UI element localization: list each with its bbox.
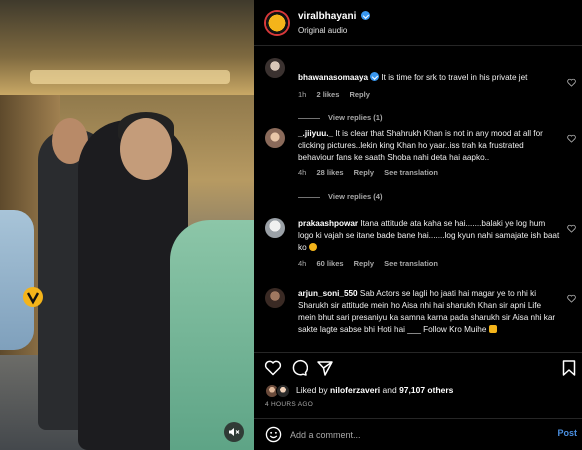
verified-badge-icon — [370, 72, 380, 81]
comment-heart-icon[interactable] — [567, 134, 576, 143]
video-figure-right — [170, 220, 254, 450]
comment-avatar[interactable] — [265, 288, 285, 308]
comment-body: bhawanasomaaya It is time for srk to tra… — [298, 72, 560, 84]
bookmark-icon[interactable] — [560, 359, 578, 377]
comment-icon[interactable] — [290, 359, 308, 377]
emoji-icon[interactable] — [265, 426, 282, 443]
post-header: viralbhayani Original audio — [254, 0, 582, 46]
comment-composer: Post — [254, 418, 582, 450]
comment-body: arjun_soni_550 Sab Actors se lagli ho ja… — [298, 288, 560, 336]
comment-time[interactable]: 1h — [298, 90, 306, 99]
comment-heart-icon[interactable] — [567, 78, 576, 87]
author-username-text[interactable]: viralbhayani — [298, 11, 356, 22]
comment-time[interactable]: 4h — [298, 168, 306, 177]
comment-meta: 4h 60 likes Reply See translation — [298, 259, 446, 268]
comment-text: It is time for srk to travel in his priv… — [381, 73, 528, 82]
mute-button[interactable] — [224, 422, 244, 442]
comment-body: _.jiiyuu._ It is clear that Shahrukh Kha… — [298, 128, 560, 164]
comments-list: bhawanasomaaya It is time for srk to tra… — [254, 46, 582, 352]
comment-likes[interactable]: 28 likes — [316, 168, 343, 177]
comment-text: It is clear that Shahrukh Khan is not in… — [298, 129, 543, 162]
comment-heart-icon[interactable] — [567, 294, 576, 303]
view-replies-line — [298, 196, 320, 198]
comment-username[interactable]: arjun_soni_550 — [298, 289, 358, 298]
view-replies-line — [298, 117, 320, 119]
view-replies-button[interactable]: View replies (1) — [298, 113, 382, 122]
watermark-logo-icon — [23, 287, 43, 307]
comment-username[interactable]: _.jiiyuu._ — [298, 129, 333, 138]
likes-count[interactable]: 97,107 others — [399, 385, 453, 395]
author-username[interactable]: viralbhayani — [298, 11, 371, 22]
see-translation-button[interactable]: See translation — [384, 168, 438, 177]
comment-heart-icon[interactable] — [567, 224, 576, 233]
post-timestamp[interactable]: 4 HOURS AGO — [265, 401, 313, 408]
comment-avatar[interactable] — [265, 128, 285, 148]
view-replies-label[interactable]: View replies (1) — [328, 113, 382, 122]
comment-body: prakaashpowar Itana attitude ata kaha se… — [298, 218, 560, 254]
post-sidebar: viralbhayani Original audio bhawanasomaa… — [254, 0, 582, 450]
author-avatar[interactable] — [264, 10, 290, 36]
comment-avatar[interactable] — [265, 218, 285, 238]
share-icon[interactable] — [316, 359, 334, 377]
speaker-muted-icon — [229, 428, 240, 436]
verified-badge-icon — [361, 11, 371, 20]
comment-likes[interactable]: 2 likes — [316, 90, 339, 99]
emoji-clap-icon — [488, 325, 497, 333]
post-comment-button[interactable]: Post — [557, 428, 577, 438]
liker-avatar[interactable] — [276, 384, 290, 398]
comment-likes[interactable]: 60 likes — [316, 259, 343, 268]
comment-time[interactable]: 4h — [298, 259, 306, 268]
see-translation-button[interactable]: See translation — [384, 259, 438, 268]
view-replies-button[interactable]: View replies (4) — [298, 192, 382, 201]
comment-input[interactable] — [290, 427, 530, 443]
comment-username[interactable]: prakaashpowar — [298, 219, 358, 228]
liked-by-prefix: Liked by — [296, 385, 328, 395]
liked-by-user[interactable]: niloferzaveri — [330, 385, 380, 395]
video-figure-main-head — [120, 118, 172, 180]
heart-icon[interactable] — [264, 359, 282, 377]
comment-avatar[interactable] — [265, 58, 285, 78]
video-figure-left — [0, 210, 34, 350]
video-background-light — [30, 70, 230, 84]
comment-reply-button[interactable]: Reply — [349, 90, 369, 99]
emoji-laugh-icon — [308, 243, 317, 251]
liked-by-text: Liked by niloferzaveri and 97,107 others — [296, 385, 453, 395]
view-replies-label[interactable]: View replies (4) — [328, 192, 382, 201]
post-video[interactable] — [0, 0, 254, 450]
post-actions — [254, 352, 582, 382]
comment-username[interactable]: bhawanasomaaya — [298, 73, 368, 82]
comment-meta: 1h 2 likes Reply — [298, 90, 378, 99]
liked-by-and: and — [382, 385, 397, 395]
comment-meta: 4h 28 likes Reply See translation — [298, 168, 446, 177]
comment-reply-button[interactable]: Reply — [354, 259, 374, 268]
audio-label[interactable]: Original audio — [298, 26, 347, 35]
comment-reply-button[interactable]: Reply — [354, 168, 374, 177]
liked-by-row: Liked by niloferzaveri and 97,107 others — [254, 383, 582, 399]
